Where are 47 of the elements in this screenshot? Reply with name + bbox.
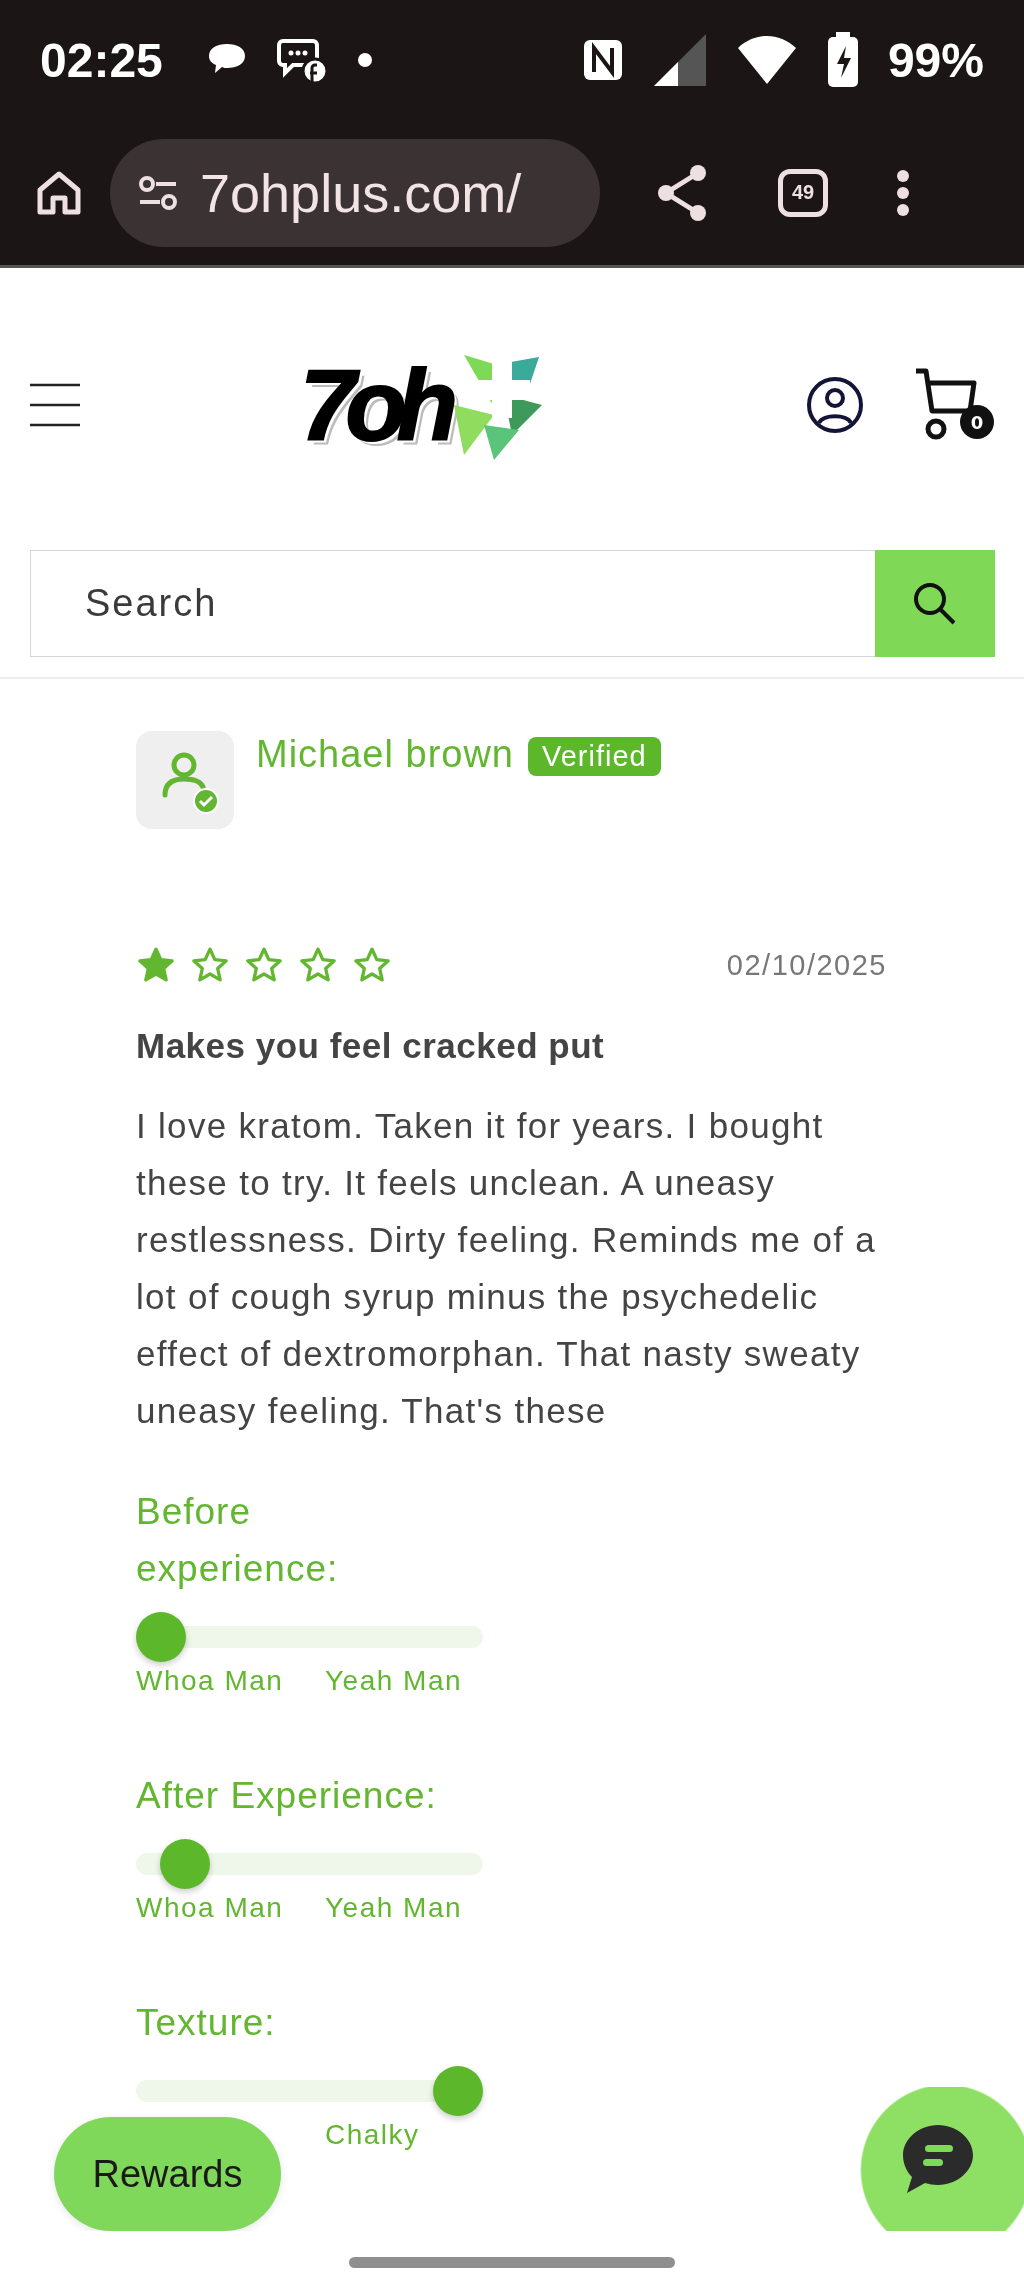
logo-text[interactable]: 7oh [300,347,448,463]
scale-label: Yeah Man [325,1666,464,1696]
rating-label: After Experience: [136,1774,438,1818]
verified-badge: Verified [528,737,661,776]
slider-thumb[interactable] [136,1612,186,1662]
rating-label: Before [136,1490,252,1534]
rating-label: Texture: [136,2001,277,2045]
clock-time: 02:25 [40,32,163,88]
account-icon[interactable] [806,376,864,434]
slider-thumb[interactable] [433,2066,483,2116]
url-text: 7ohplus.com/ [200,161,522,224]
scale-label: Chalky [325,2120,421,2150]
slider-thumb[interactable] [159,1839,210,1889]
rewards-button[interactable]: Rewards [54,2117,281,2231]
cart-button[interactable]: 0 [914,365,994,445]
search-button[interactable] [875,550,995,657]
wifi-icon [735,34,798,86]
rating-slider[interactable] [136,1839,483,1889]
address-bar[interactable]: 7ohplus.com/ [110,138,600,247]
reviewer-name: Michael brown [256,733,514,776]
chat-icon [901,2123,975,2195]
review-text: I love kratom. Taken it for years. I bought these to try. It feels unclean. A uneasy restlessness. Dirty feeling. Reminds me of a lot of cough syrup minus the psychedelic effect of dextromorphan. That nasty sweaty uneasy feeling. That's these [136,1105,877,1432]
filled-star-icon [136,945,176,985]
home-indicator[interactable] [349,2256,675,2268]
empty-star-icon [298,945,338,985]
dot-icon [356,52,373,68]
cart-count: 0 [960,405,994,439]
more-icon[interactable] [896,168,910,217]
review-title: Makes you feel cracked put [136,1026,606,1066]
tab-count-button[interactable]: 49 [778,168,828,217]
search-icon [912,580,958,627]
rating-slider[interactable] [136,2066,483,2116]
empty-star-icon [190,945,230,985]
site-settings-icon[interactable] [138,174,178,211]
empty-star-icon [244,945,284,985]
scale-label: Whoa Man [136,1893,285,1923]
scale-label: Yeah Man [325,1893,464,1923]
battery-percent: 99% [887,32,984,88]
search-field[interactable]: Search [30,550,875,657]
review-date: 02/10/2025 [726,948,887,982]
empty-star-icon [352,945,392,985]
scale-label: Whoa Man [136,1666,285,1696]
rating-slider[interactable] [136,1612,483,1662]
nfc-icon [581,38,624,82]
menu-icon[interactable] [30,381,80,429]
rating-label: experience: [136,1547,340,1591]
battery-charging-icon [825,32,860,88]
